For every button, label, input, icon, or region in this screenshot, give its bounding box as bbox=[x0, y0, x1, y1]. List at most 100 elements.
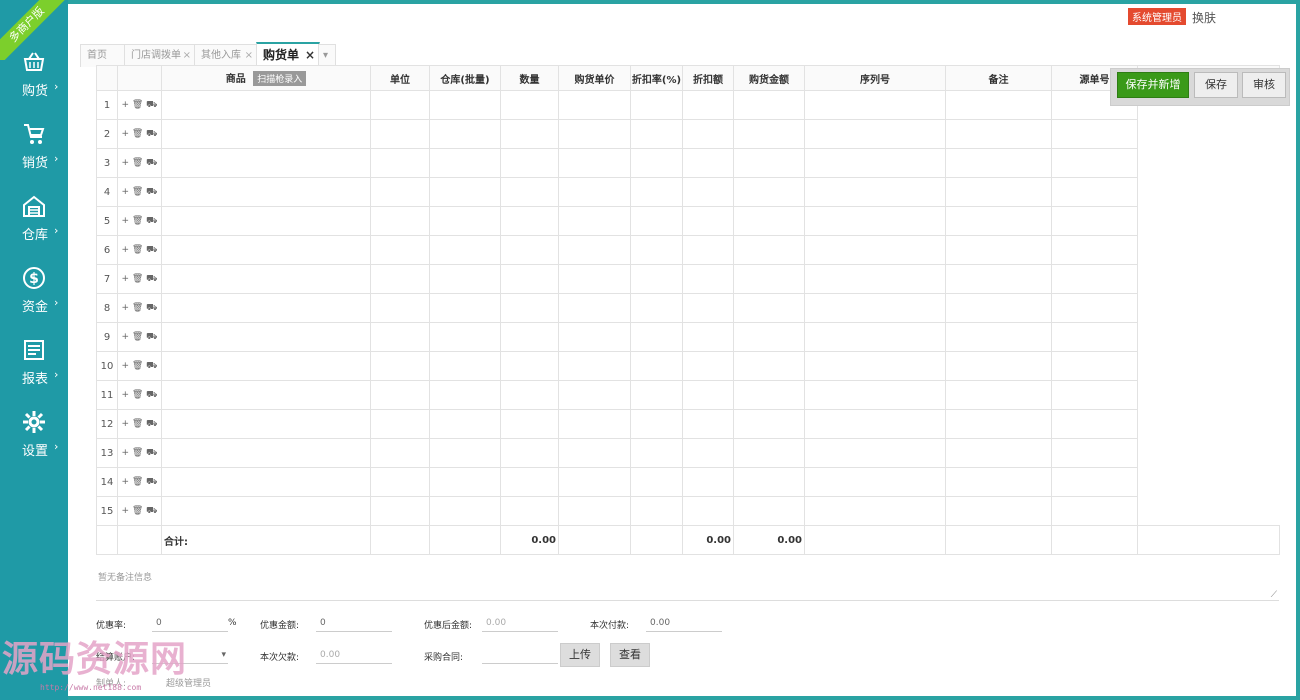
grid-cell[interactable] bbox=[429, 90, 501, 120]
grid-cell[interactable] bbox=[500, 90, 559, 120]
grid-cell[interactable] bbox=[733, 293, 805, 323]
close-icon[interactable]: × bbox=[245, 45, 253, 67]
grid-cell[interactable] bbox=[630, 293, 683, 323]
grid-cell[interactable] bbox=[1051, 264, 1138, 294]
grid-cell[interactable] bbox=[500, 438, 559, 468]
nav-item-finance[interactable]: $ 资金 › bbox=[0, 266, 68, 336]
grid-cell[interactable] bbox=[370, 264, 430, 294]
grid-cell[interactable] bbox=[500, 206, 559, 236]
grid-cell[interactable] bbox=[161, 438, 371, 468]
nav-item-sales[interactable]: 销货 › bbox=[0, 122, 68, 192]
grid-cell[interactable] bbox=[370, 409, 430, 439]
save-button[interactable]: 保存 bbox=[1194, 72, 1238, 98]
admin-badge[interactable]: 系统管理员 bbox=[1128, 8, 1186, 25]
grid-cell[interactable] bbox=[630, 235, 683, 265]
grid-cell[interactable] bbox=[804, 496, 946, 526]
nav-item-purchase[interactable]: 购货 › bbox=[0, 50, 68, 120]
grid-cell[interactable] bbox=[558, 496, 631, 526]
grid-cell[interactable] bbox=[804, 119, 946, 149]
grid-cell[interactable] bbox=[733, 496, 805, 526]
grid-cell[interactable] bbox=[500, 380, 559, 410]
grid-cell[interactable] bbox=[429, 206, 501, 236]
grid-cell[interactable] bbox=[1051, 409, 1138, 439]
close-icon[interactable]: × bbox=[305, 44, 315, 66]
grid-cell[interactable] bbox=[1051, 322, 1138, 352]
row-actions[interactable]: + 🗑 ⛟ bbox=[117, 293, 162, 323]
grid-cell[interactable] bbox=[682, 235, 734, 265]
tab-purchase-order[interactable]: 购货单 × bbox=[256, 42, 320, 66]
grid-cell[interactable] bbox=[370, 380, 430, 410]
grid-cell[interactable] bbox=[682, 177, 734, 207]
grid-cell[interactable] bbox=[558, 206, 631, 236]
discount-amount-input[interactable]: 0 bbox=[316, 614, 392, 632]
grid-cell[interactable] bbox=[161, 293, 371, 323]
grid-cell[interactable] bbox=[945, 380, 1052, 410]
grid-cell[interactable] bbox=[161, 351, 371, 381]
grid-cell[interactable] bbox=[945, 90, 1052, 120]
grid-cell[interactable] bbox=[804, 235, 946, 265]
grid-cell[interactable] bbox=[161, 148, 371, 178]
grid-cell[interactable] bbox=[1051, 438, 1138, 468]
tab-store-transfer[interactable]: 门店调拨单 × bbox=[124, 44, 196, 67]
resize-handle-icon[interactable]: ⟋ bbox=[1271, 590, 1277, 600]
grid-cell[interactable] bbox=[804, 322, 946, 352]
grid-cell[interactable] bbox=[630, 438, 683, 468]
contract-input[interactable] bbox=[482, 646, 558, 664]
row-actions[interactable]: + 🗑 ⛟ bbox=[117, 409, 162, 439]
audit-button[interactable]: 审核 bbox=[1242, 72, 1286, 98]
after-discount-input[interactable]: 0.00 bbox=[482, 614, 558, 632]
grid-cell[interactable] bbox=[804, 293, 946, 323]
grid-cell[interactable] bbox=[630, 380, 683, 410]
grid-cell[interactable] bbox=[733, 467, 805, 497]
grid-cell[interactable] bbox=[733, 235, 805, 265]
grid-cell[interactable] bbox=[682, 322, 734, 352]
grid-cell[interactable] bbox=[161, 380, 371, 410]
scan-input-button[interactable]: 扫描枪录入 bbox=[253, 71, 307, 86]
row-actions[interactable]: + 🗑 ⛟ bbox=[117, 148, 162, 178]
grid-cell[interactable] bbox=[1051, 351, 1138, 381]
grid-cell[interactable] bbox=[558, 177, 631, 207]
grid-cell[interactable] bbox=[945, 409, 1052, 439]
grid-cell[interactable] bbox=[500, 351, 559, 381]
row-actions[interactable]: + 🗑 ⛟ bbox=[117, 206, 162, 236]
grid-cell[interactable] bbox=[161, 496, 371, 526]
grid-cell[interactable] bbox=[804, 380, 946, 410]
grid-cell[interactable] bbox=[370, 206, 430, 236]
grid-cell[interactable] bbox=[945, 264, 1052, 294]
grid-cell[interactable] bbox=[161, 467, 371, 497]
grid-cell[interactable] bbox=[733, 351, 805, 381]
row-actions[interactable]: + 🗑 ⛟ bbox=[117, 380, 162, 410]
grid-cell[interactable] bbox=[630, 148, 683, 178]
row-actions[interactable]: + 🗑 ⛟ bbox=[117, 264, 162, 294]
grid-cell[interactable] bbox=[161, 264, 371, 294]
grid-cell[interactable] bbox=[161, 206, 371, 236]
grid-cell[interactable] bbox=[1051, 293, 1138, 323]
grid-cell[interactable] bbox=[429, 264, 501, 294]
row-actions[interactable]: + 🗑 ⛟ bbox=[117, 90, 162, 120]
grid-cell[interactable] bbox=[733, 119, 805, 149]
grid-cell[interactable] bbox=[500, 264, 559, 294]
grid-cell[interactable] bbox=[630, 409, 683, 439]
grid-cell[interactable] bbox=[682, 119, 734, 149]
grid-cell[interactable] bbox=[370, 496, 430, 526]
grid-cell[interactable] bbox=[429, 496, 501, 526]
grid-cell[interactable] bbox=[1051, 235, 1138, 265]
grid-cell[interactable] bbox=[558, 90, 631, 120]
grid-cell[interactable] bbox=[429, 119, 501, 149]
grid-cell[interactable] bbox=[630, 467, 683, 497]
grid-cell[interactable] bbox=[500, 467, 559, 497]
grid-cell[interactable] bbox=[945, 148, 1052, 178]
tab-other-inbound[interactable]: 其他入库 × bbox=[194, 44, 258, 67]
nav-item-reports[interactable]: 报表 › bbox=[0, 338, 68, 408]
grid-cell[interactable] bbox=[804, 90, 946, 120]
grid-cell[interactable] bbox=[161, 322, 371, 352]
grid-cell[interactable] bbox=[370, 322, 430, 352]
grid-cell[interactable] bbox=[733, 177, 805, 207]
grid-cell[interactable] bbox=[945, 351, 1052, 381]
grid-cell[interactable] bbox=[945, 235, 1052, 265]
grid-cell[interactable] bbox=[161, 177, 371, 207]
grid-cell[interactable] bbox=[945, 119, 1052, 149]
grid-cell[interactable] bbox=[630, 322, 683, 352]
grid-cell[interactable] bbox=[161, 235, 371, 265]
grid-cell[interactable] bbox=[804, 467, 946, 497]
